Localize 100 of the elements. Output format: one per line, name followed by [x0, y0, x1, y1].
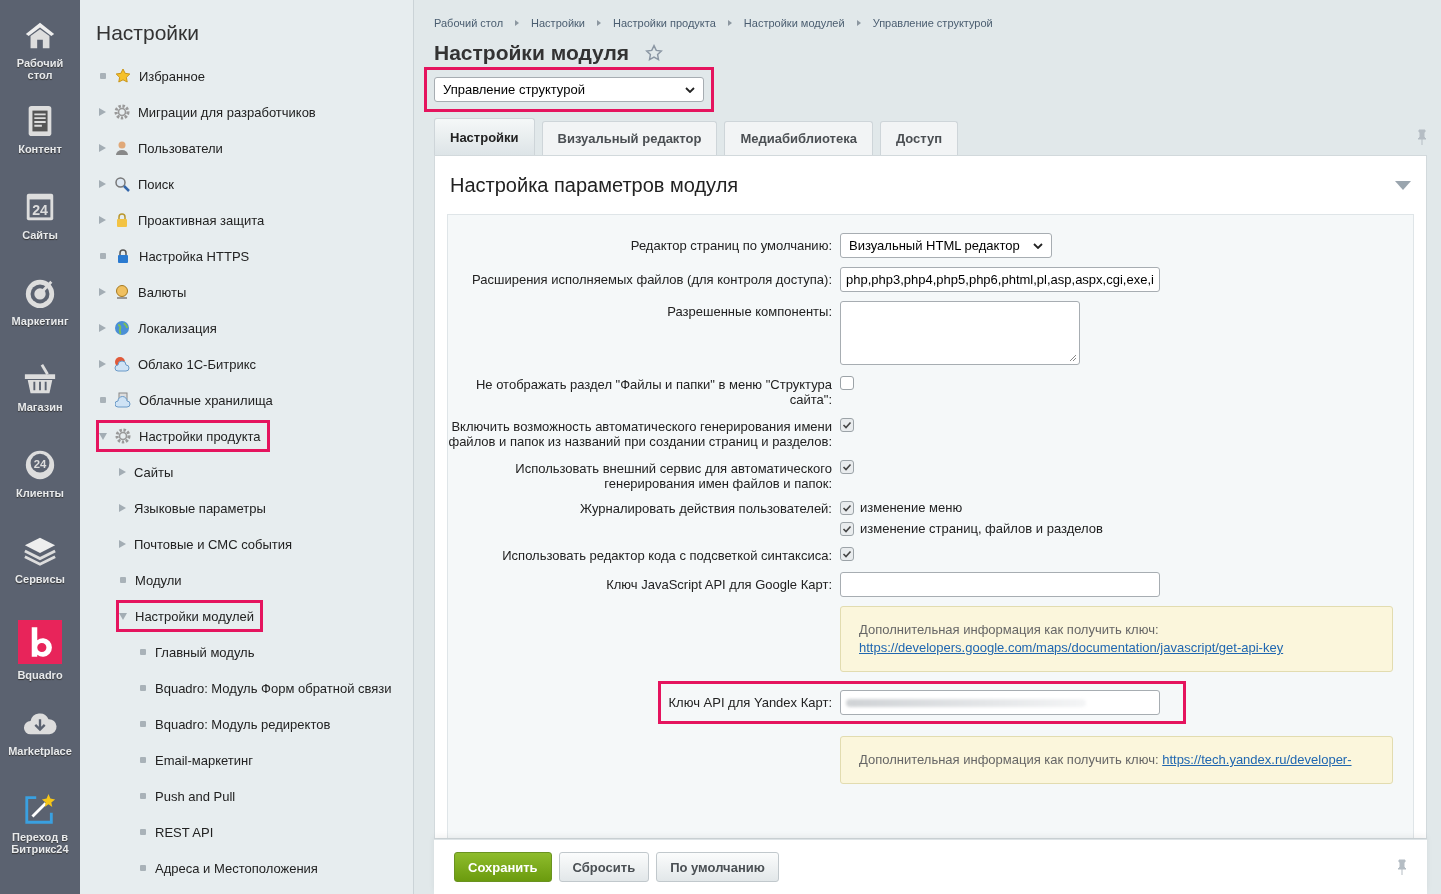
rail-item[interactable]: Магазин	[1, 362, 79, 448]
text-field[interactable]: php,php3,php4,php5,php6,phtml,pl,asp,aspx,cgi,exe,i	[840, 267, 1160, 292]
globe-icon	[114, 320, 130, 336]
breadcrumb-link[interactable]: Настройки модулей	[743, 17, 845, 29]
star-icon	[115, 68, 131, 84]
expand-arrow-icon[interactable]	[99, 324, 106, 332]
field-label: Ключ JavaScript API для Google Карт:	[606, 577, 832, 592]
menu-item-label: Настройки продукта	[139, 428, 261, 444]
checkbox[interactable]	[840, 376, 854, 390]
module-dropdown[interactable]: Управление структурой	[434, 77, 704, 102]
collapse-triangle-icon[interactable]	[1395, 180, 1411, 190]
field-label: Не отображать раздел "Файлы и папки" в меню "Структура сайта":	[475, 377, 832, 407]
expand-arrow-icon[interactable]	[119, 540, 126, 548]
menu-item[interactable]: Bquadro: Модуль редиректов	[136, 708, 340, 740]
breadcrumb-link[interactable]: Настройки продукта	[613, 17, 716, 29]
rail-item[interactable]: Переход в Битрикс24	[1, 792, 79, 878]
menu-item[interactable]: Адреса и Местоположения	[136, 852, 327, 884]
expand-arrow-icon[interactable]	[119, 468, 126, 476]
tab[interactable]: Визуальный редактор	[541, 121, 718, 155]
bullet-icon	[140, 865, 146, 871]
bullet-icon	[140, 721, 146, 727]
menu-item[interactable]: Модули	[116, 564, 191, 596]
menu-item[interactable]: Почтовые и СМС события	[116, 528, 302, 560]
menu-item[interactable]: Языковые параметры	[116, 492, 275, 524]
coin-icon	[114, 284, 130, 300]
help-link[interactable]: https://tech.yandex.ru/developer-	[1162, 752, 1352, 767]
checkmark-icon	[841, 548, 853, 560]
checkbox[interactable]	[840, 521, 854, 536]
editor-dropdown[interactable]: Визуальный HTML редактор	[840, 233, 1052, 258]
menu-item-label: Адреса и Местоположения	[155, 860, 318, 876]
expand-arrow-icon[interactable]	[99, 288, 106, 296]
text-field[interactable]	[840, 690, 1160, 715]
menu-item[interactable]: Поиск	[96, 168, 184, 200]
checkbox[interactable]	[840, 547, 854, 561]
rail-item[interactable]: 24 Клиенты	[1, 448, 79, 534]
expand-arrow-icon[interactable]	[99, 360, 106, 368]
expand-arrow-icon[interactable]	[119, 504, 126, 512]
tab[interactable]: Доступ	[879, 121, 959, 155]
rail-item[interactable]: Контент	[1, 104, 79, 190]
star-icon[interactable]	[645, 44, 664, 62]
rail-item[interactable]: Сервисы	[1, 534, 79, 620]
text-field[interactable]	[840, 572, 1160, 597]
breadcrumb-link[interactable]: Рабочий стол	[434, 17, 504, 29]
menu-item[interactable]: Push and Pull	[136, 780, 245, 812]
pin-icon[interactable]	[1397, 859, 1407, 875]
tab[interactable]: Медиабиблиотека	[724, 121, 873, 155]
rail-label: Контент	[17, 143, 63, 155]
menu-item-label: Модули	[135, 572, 182, 588]
menu-item[interactable]: Миграции для разработчиков	[96, 96, 325, 128]
rail-item[interactable]: Рабочий стол	[1, 18, 79, 104]
menu-item[interactable]: Bquadro: Модуль Форм обратной связи	[136, 672, 401, 704]
pin-icon[interactable]	[1417, 128, 1427, 145]
rail-label: Магазин	[16, 401, 64, 413]
menu-item[interactable]: Валюты	[96, 276, 196, 308]
bullet-icon	[140, 829, 146, 835]
wand-icon	[23, 792, 57, 826]
breadcrumb-separator-icon	[597, 20, 601, 26]
menu-item[interactable]: Настройка HTTPS	[96, 240, 259, 272]
expand-arrow-icon[interactable]	[99, 216, 106, 224]
breadcrumb-link[interactable]: Настройки	[531, 17, 585, 29]
menu-item[interactable]: Облако 1С-Битрикс	[96, 348, 265, 380]
menu-item[interactable]: Сайты	[116, 456, 183, 488]
text-area[interactable]	[840, 301, 1080, 365]
menu-item[interactable]: Избранное	[96, 60, 214, 92]
rail-item[interactable]: Маркетинг	[1, 276, 79, 362]
help-link[interactable]: https://developers.google.com/maps/documentation/javascript/get-api-key	[859, 640, 1284, 655]
checkbox[interactable]	[840, 418, 854, 432]
field-label: Редактор страниц по умолчанию:	[630, 238, 832, 253]
expand-arrow-icon[interactable]	[99, 180, 106, 188]
tab[interactable]: Настройки	[434, 118, 535, 155]
checkbox-label: изменение меню	[860, 500, 963, 515]
section-title: Настройка параметров модуля	[450, 173, 739, 197]
menu-item[interactable]: Локализация	[96, 312, 226, 344]
checkbox[interactable]	[840, 460, 854, 474]
collapse-arrow-icon[interactable]	[99, 432, 107, 440]
menu-item-label: REST API	[155, 824, 214, 840]
checkbox[interactable]	[840, 500, 854, 515]
menu-item[interactable]: Настройки модулей	[116, 600, 264, 632]
menu-item[interactable]: Главный модуль	[136, 636, 264, 668]
action-button[interactable]: Сбросить	[558, 852, 650, 882]
checkmark-icon	[841, 419, 853, 431]
user-icon	[114, 140, 130, 156]
menu-item[interactable]: Проактивная защита	[96, 204, 274, 236]
rail-item[interactable]: 24 Сайты	[1, 190, 79, 276]
breadcrumb-link[interactable]: Управление структурой	[872, 17, 993, 29]
menu-item[interactable]: Email-маркетинг	[136, 744, 262, 776]
rail-item[interactable]: Bquadro	[1, 620, 79, 706]
menu-item[interactable]: REST API	[136, 816, 223, 848]
expand-arrow-icon[interactable]	[99, 108, 106, 116]
rail-item[interactable]: Marketplace	[1, 706, 79, 792]
menu-item[interactable]: Пользователи	[96, 132, 232, 164]
menu-item[interactable]: Облачные хранилища	[96, 384, 282, 416]
menu-item-label: Главный модуль	[155, 644, 255, 660]
action-button[interactable]: По умолчанию	[656, 852, 779, 882]
expand-arrow-icon[interactable]	[99, 144, 106, 152]
menu-item[interactable]: Настройки продукта	[96, 420, 270, 452]
gear-icon	[115, 428, 131, 444]
gear-icon	[114, 104, 130, 120]
collapse-arrow-icon[interactable]	[119, 612, 127, 620]
page-title: Настройки модуля	[434, 41, 630, 65]
